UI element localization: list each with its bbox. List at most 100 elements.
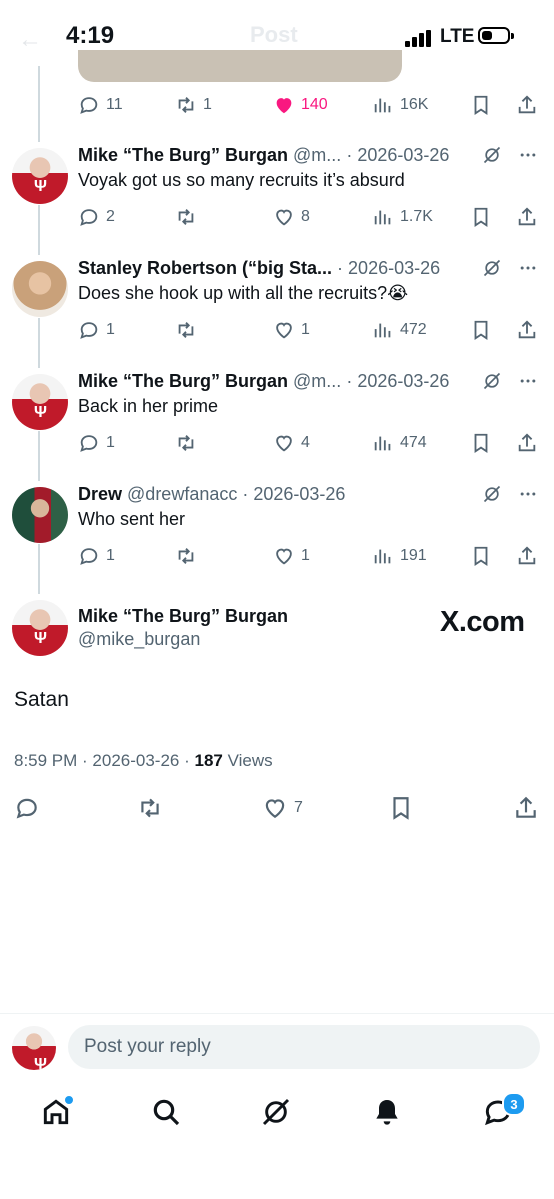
share-button[interactable]	[516, 541, 538, 571]
repost-icon	[178, 548, 194, 564]
reply-text: Who sent her	[78, 509, 186, 529]
grok-icon[interactable]	[482, 145, 502, 165]
repost-button[interactable]	[175, 202, 203, 232]
bookmark-button[interactable]	[470, 541, 492, 571]
views-icon	[374, 436, 391, 451]
like-button[interactable]: 1	[273, 541, 310, 571]
grok-icon[interactable]	[482, 258, 502, 278]
reply-button[interactable]: 1	[78, 315, 115, 345]
reply-button[interactable]: 11	[78, 90, 123, 120]
repost-button[interactable]	[175, 315, 203, 345]
bookmark-button[interactable]	[470, 90, 492, 120]
bookmark-button[interactable]	[470, 315, 492, 345]
repost-button[interactable]: 1	[175, 90, 212, 120]
bottom-tab-bar: 3	[0, 1090, 554, 1142]
repost-button[interactable]	[137, 793, 163, 823]
post-text: Satan	[14, 688, 69, 711]
repost-button[interactable]	[175, 541, 203, 571]
tab-home[interactable]	[36, 1090, 76, 1134]
bookmark-icon	[474, 207, 488, 227]
reply-text: Voyak got us so many recruits it’s absur…	[78, 170, 405, 190]
reply-text: Back in her prime	[78, 396, 219, 416]
repost-icon	[178, 322, 194, 338]
repost-icon	[178, 97, 194, 113]
share-button[interactable]	[516, 428, 538, 458]
reply-icon	[16, 798, 37, 819]
tab-search[interactable]	[146, 1090, 186, 1134]
reply-input[interactable]	[68, 1025, 540, 1069]
tab-messages[interactable]: 3	[478, 1090, 526, 1134]
share-button[interactable]	[516, 202, 538, 232]
like-button[interactable]: 8	[273, 202, 310, 232]
views-icon	[374, 98, 391, 113]
reply-header: Mike “The Burg” Burgan @m... · 2026-03-2…	[78, 369, 478, 393]
author-name[interactable]: Mike “The Burg” Burgan	[78, 371, 288, 391]
grok-icon[interactable]	[482, 484, 502, 504]
back-arrow-icon[interactable]: ←	[18, 26, 42, 53]
tab-grok[interactable]	[256, 1090, 296, 1134]
views-button[interactable]: 191	[372, 541, 427, 571]
bell-icon	[376, 1100, 398, 1125]
views-icon	[374, 549, 391, 564]
heart-icon	[276, 435, 292, 452]
like-button[interactable]: 7	[262, 793, 303, 823]
avatar[interactable]	[12, 374, 68, 430]
reply-button[interactable]: 2	[78, 202, 115, 232]
grok-icon[interactable]	[482, 371, 502, 391]
bookmark-button[interactable]	[470, 202, 492, 232]
heart-icon	[276, 548, 292, 565]
author-name[interactable]: Drew	[78, 484, 122, 504]
reply-actions: 1 4 474	[78, 428, 538, 458]
heart-filled-icon	[276, 98, 292, 114]
share-button[interactable]	[513, 793, 539, 823]
repost-button[interactable]	[175, 428, 203, 458]
share-button[interactable]	[516, 90, 538, 120]
share-icon	[518, 207, 536, 226]
like-button[interactable]: 4	[273, 428, 310, 458]
author-handle[interactable]: @drewfanacc	[127, 484, 237, 504]
reply-icon	[80, 548, 98, 565]
more-icon[interactable]	[518, 258, 538, 278]
reply-actions: 1 1 191	[78, 541, 538, 571]
repost-icon	[178, 209, 194, 225]
reply-date: · 2026-03-26	[346, 371, 450, 391]
author-name[interactable]: Mike “The Burg” Burgan	[78, 145, 288, 165]
like-button[interactable]: 1	[273, 315, 310, 345]
more-icon[interactable]	[518, 484, 538, 504]
avatar[interactable]	[12, 487, 68, 543]
bookmark-button[interactable]	[470, 428, 492, 458]
reply-date: · 2026-03-26	[337, 258, 441, 278]
messages-badge: 3	[502, 1092, 526, 1116]
search-icon	[153, 1099, 180, 1126]
more-icon[interactable]	[518, 371, 538, 391]
views-button[interactable]: 16K	[372, 90, 428, 120]
reply-date: · 2026-03-26	[242, 484, 346, 504]
author-name[interactable]: Stanley Robertson (“big Sta...	[78, 258, 332, 278]
bookmark-button[interactable]	[388, 793, 414, 823]
reply-button[interactable]	[14, 793, 40, 823]
avatar[interactable]	[12, 600, 68, 656]
like-button[interactable]: 140	[273, 90, 328, 120]
reply-icon	[80, 322, 98, 339]
more-icon[interactable]	[518, 145, 538, 165]
views-button[interactable]: 472	[372, 315, 427, 345]
thread-line	[38, 431, 40, 481]
author-handle[interactable]: @m...	[293, 145, 341, 165]
share-icon	[518, 433, 536, 452]
author-name[interactable]: Mike “The Burg” Burgan	[78, 606, 288, 627]
author-handle[interactable]: @mike_burgan	[78, 629, 200, 650]
reply-button[interactable]: 1	[78, 428, 115, 458]
reply-header: Stanley Robertson (“big Sta... · 2026-03…	[78, 256, 478, 280]
views-icon	[374, 210, 391, 225]
my-avatar[interactable]	[12, 1026, 56, 1070]
author-handle[interactable]: @m...	[293, 371, 341, 391]
post-image[interactable]	[78, 50, 402, 82]
share-button[interactable]	[516, 315, 538, 345]
views-button[interactable]: 1.7K	[372, 202, 433, 232]
views-button[interactable]: 474	[372, 428, 427, 458]
tab-notifications[interactable]	[367, 1090, 407, 1134]
avatar[interactable]	[12, 148, 68, 204]
views-icon	[374, 323, 391, 338]
avatar[interactable]	[12, 261, 68, 317]
reply-button[interactable]: 1	[78, 541, 115, 571]
